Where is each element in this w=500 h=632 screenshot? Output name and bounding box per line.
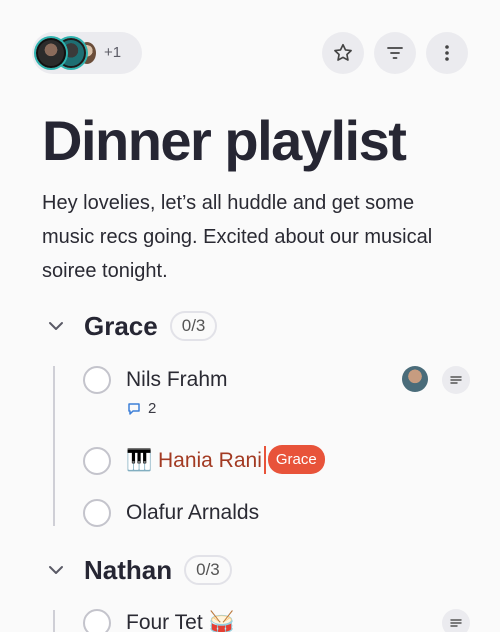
section-progress-badge: 0/3 [184,555,232,585]
task-checkbox[interactable] [83,499,111,527]
collaborator-cursor-tag: Grace [267,445,325,474]
task-row[interactable]: Olafur Arnalds [83,499,470,531]
task-notes-button[interactable] [442,366,470,394]
task-row[interactable]: Four Tet 🥁 [83,609,470,632]
task-label-text[interactable]: 🎹 Hania Rani [126,449,262,472]
page-description[interactable]: Hey lovelies, let’s all huddle and get s… [42,186,462,288]
task-label[interactable]: Four Tet 🥁 [126,611,235,632]
comment-count[interactable]: 2 [126,400,156,417]
task-checkbox[interactable] [83,447,111,475]
section-title: Nathan [84,554,173,585]
star-icon [334,43,352,61]
chevron-down-icon [49,322,63,330]
filter-button[interactable] [374,32,416,74]
top-bar: +1 [32,32,468,74]
more-options-button[interactable] [426,32,468,74]
collaborators-pill[interactable]: +1 [32,32,142,74]
task-label[interactable]: 🎹 Hania Rani Grace [126,445,325,474]
section-progress-badge: 0/3 [169,311,218,341]
task-notes-button[interactable] [442,609,470,632]
task-checkbox[interactable] [83,609,111,632]
task-checkbox[interactable] [83,366,111,394]
task-label[interactable]: Nils Frahm [126,368,228,392]
task-label[interactable]: Olafur Arnalds [126,501,259,525]
section-title: Grace [84,310,158,341]
star-button[interactable] [322,32,364,74]
notes-icon [450,376,462,384]
comment-icon [128,402,140,415]
more-vertical-icon [445,45,449,61]
page-title[interactable]: Dinner playlist [42,108,407,173]
section-header-nathan: Nathan 0/3 [42,552,232,588]
task-row[interactable]: 🎹 Hania Rani Grace [83,445,470,479]
notes-icon [450,619,462,627]
section-header-grace: Grace 0/3 [42,308,218,344]
comment-count-value: 2 [148,400,157,417]
task-row[interactable]: Nils Frahm 2 [83,366,470,426]
section-rail [53,366,55,526]
text-cursor [263,445,266,474]
chevron-down-icon [49,566,63,574]
collapse-section-button[interactable] [42,312,70,340]
section-rail [53,610,55,632]
filter-icon [387,47,403,59]
extra-collaborators-count: +1 [104,44,122,61]
assignee-avatar[interactable] [402,366,428,392]
collapse-section-button[interactable] [42,556,70,584]
avatar [36,38,66,68]
